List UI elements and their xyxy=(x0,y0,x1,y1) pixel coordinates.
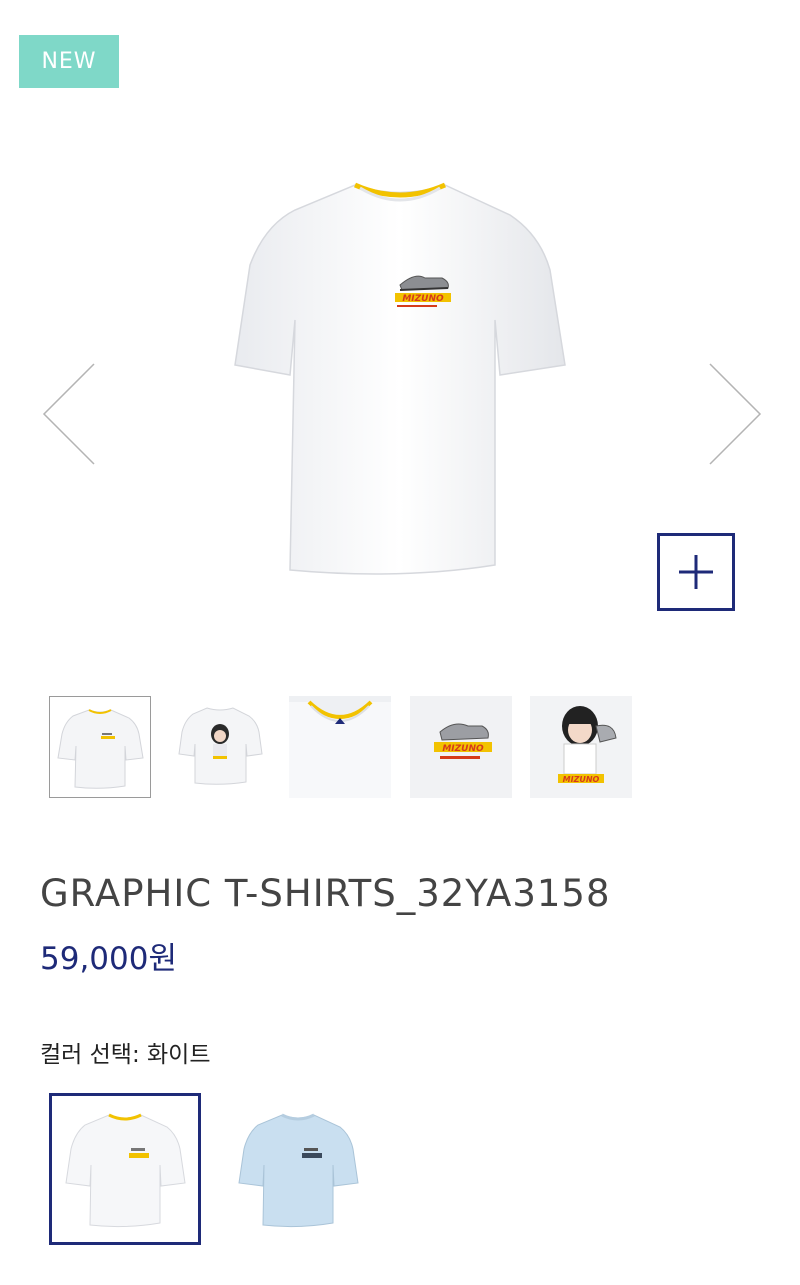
previous-image-button[interactable] xyxy=(40,362,100,466)
svg-text:MIZUNO: MIZUNO xyxy=(402,294,444,304)
chevron-right-icon xyxy=(709,363,762,465)
selected-color-name: 화이트 xyxy=(147,1042,211,1068)
zoom-button[interactable] xyxy=(657,533,735,611)
svg-text:MIZUNO: MIZUNO xyxy=(563,775,600,784)
next-image-button[interactable] xyxy=(704,362,764,466)
chevron-left-icon xyxy=(42,363,95,465)
product-page: NEW MIZUNO MIZUNO MIZUNO GRAPHIC T-SHIRT… xyxy=(0,0,800,1285)
thumbnail-front[interactable] xyxy=(49,696,151,798)
color-swatch-sky-blue[interactable] xyxy=(222,1093,374,1245)
thumbnail-logo-detail[interactable]: MIZUNO xyxy=(410,696,512,798)
product-price: 59,000원 xyxy=(40,941,177,977)
main-product-image[interactable]: MIZUNO xyxy=(210,160,590,600)
color-label: 컬러 선택 xyxy=(40,1042,132,1068)
new-badge: NEW xyxy=(19,35,119,88)
color-swatch-white[interactable] xyxy=(49,1093,201,1245)
product-title: GRAPHIC T-SHIRTS_32YA3158 xyxy=(40,872,611,915)
svg-text:MIZUNO: MIZUNO xyxy=(442,744,484,754)
color-selection-label: 컬러 선택: 화이트 xyxy=(40,1035,211,1069)
plus-icon xyxy=(679,555,713,589)
thumbnail-back[interactable] xyxy=(169,696,271,798)
thumbnail-back-graphic[interactable]: MIZUNO xyxy=(530,696,632,798)
color-separator: : xyxy=(131,1042,148,1068)
new-badge-label: NEW xyxy=(41,49,97,74)
thumbnail-collar-detail[interactable] xyxy=(289,696,391,798)
